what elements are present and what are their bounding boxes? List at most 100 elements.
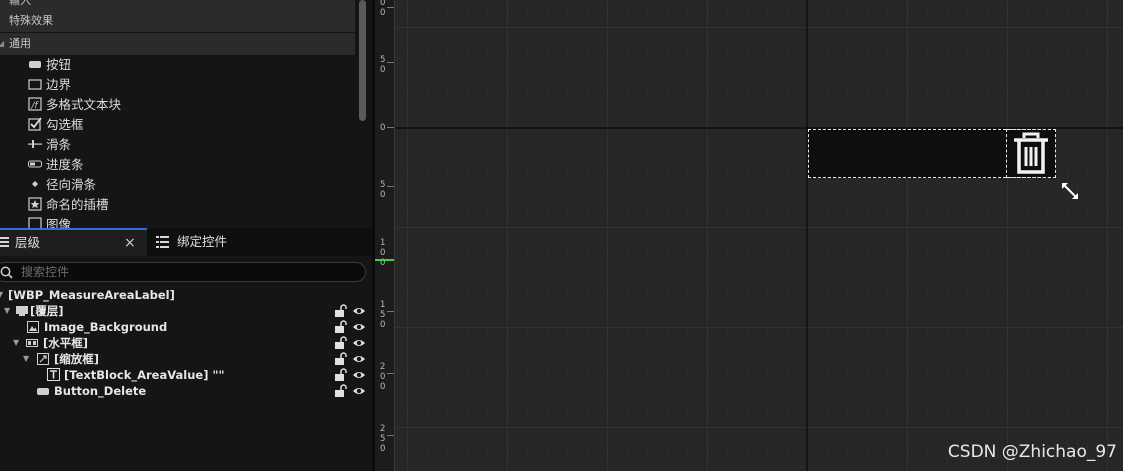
expand-arrow-icon[interactable]: ▼ <box>0 287 3 303</box>
palette-item-label: 径向滑条 <box>46 177 97 192</box>
palette-item-slider[interactable]: 滑条 <box>28 135 71 155</box>
palette-item-label: 图像 <box>46 217 72 228</box>
slider-icon <box>28 140 42 148</box>
tree-row-textblock[interactable]: [TextBlock_AreaValue] "" <box>0 367 372 383</box>
palette-category-effects[interactable]: 特殊效果 <box>0 10 355 32</box>
tree-row-label: [水平框] <box>43 336 89 350</box>
overlay-icon <box>16 306 28 316</box>
palette-item-label: 滑条 <box>46 137 72 152</box>
unlock-icon[interactable] <box>334 336 348 350</box>
tree-row-button-delete[interactable]: Button_Delete <box>0 383 372 399</box>
tree-row-horizontal-box[interactable]: ▼ [水平框] <box>0 335 372 351</box>
close-icon[interactable]: × <box>124 230 136 256</box>
resize-arrows-icon[interactable] <box>1060 181 1080 201</box>
tab-bindings-label: 绑定控件 <box>177 234 228 249</box>
button-icon <box>29 61 41 68</box>
palette-item-label: 进度条 <box>46 157 84 172</box>
ruler-label: 0 <box>380 123 386 133</box>
unlock-icon[interactable] <box>334 320 348 334</box>
category-label: 输入 <box>9 0 31 7</box>
border-icon <box>28 79 42 90</box>
expand-arrow-icon[interactable]: ▼ <box>13 335 19 351</box>
ruler-tick <box>387 373 394 374</box>
visibility-eye-icon[interactable] <box>352 368 366 382</box>
ruler-label: 50 <box>380 55 386 75</box>
ruler-position-marker <box>375 259 394 261</box>
ruler-label: 0 <box>380 8 386 18</box>
search-icon <box>0 266 13 279</box>
category-label: 特殊效果 <box>9 14 53 27</box>
tree-row-image-background[interactable]: Image_Background <box>0 319 372 335</box>
visibility-eye-icon[interactable] <box>352 384 366 398</box>
palette-scrollbar[interactable] <box>359 0 366 121</box>
palette-item-label: 勾选框 <box>46 117 84 132</box>
palette-item-label: 多格式文本块 <box>46 97 122 112</box>
palette-item-border[interactable]: 边界 <box>28 75 71 95</box>
visibility-eye-icon[interactable] <box>352 336 366 350</box>
radial-slider-icon <box>32 181 38 187</box>
left-panel: 输入 特殊效果 ◢ 通用 按钮 边界 /f 多格式文本块 勾选框 滑条 进度条 径… <box>0 0 372 471</box>
expand-arrow-icon[interactable]: ▼ <box>23 351 29 367</box>
palette-item-label: 按钮 <box>46 57 72 72</box>
palette-item-label: 边界 <box>46 77 72 92</box>
palette-item-label: 命名的插槽 <box>46 197 109 212</box>
palette-item-named-slot[interactable]: 命名的插槽 <box>28 195 109 215</box>
tree-row-label: [覆层] <box>30 304 64 318</box>
watermark: CSDN @Zhichao_97 <box>947 442 1117 462</box>
named-slot-icon <box>28 197 42 211</box>
delete-button[interactable] <box>1006 129 1056 178</box>
unlock-icon[interactable] <box>334 368 348 382</box>
tree-row-label: Button_Delete <box>54 384 147 398</box>
trash-icon <box>1014 132 1048 174</box>
hierarchy-icon <box>0 237 9 247</box>
expand-arrow-icon[interactable]: ▼ <box>4 303 10 319</box>
collapse-arrow-icon: ◢ <box>0 39 5 48</box>
tab-bindings[interactable]: 绑定控件 <box>152 228 272 256</box>
palette-item-checkbox[interactable]: 勾选框 <box>28 115 84 135</box>
tree-row-label: [缩放框] <box>54 352 100 366</box>
ruler-label: 100 <box>380 238 386 268</box>
tab-hierarchy-label: 层级 <box>15 235 41 250</box>
ruler-label: 0 <box>380 0 386 8</box>
tree-row-scale-box[interactable]: ▼ [缩放框] <box>0 351 372 367</box>
ruler-tick <box>387 435 394 436</box>
visibility-eye-icon[interactable] <box>352 352 366 366</box>
palette-category-common[interactable]: ◢ 通用 <box>0 33 355 55</box>
tab-hierarchy[interactable]: 层级 × <box>0 228 147 256</box>
tree-row-overlay[interactable]: ▼ [覆层] <box>0 303 372 319</box>
unlock-icon[interactable] <box>334 304 348 318</box>
list-icon <box>156 236 169 248</box>
ruler-tick <box>387 62 394 63</box>
ruler-tick <box>387 311 394 312</box>
unlock-icon[interactable] <box>334 384 348 398</box>
visibility-eye-icon[interactable] <box>352 320 366 334</box>
category-label: 通用 <box>9 37 31 50</box>
designer-canvas[interactable]: 0 0 50 0 50 100 150 200 250 CSDN @Zhicha… <box>375 0 1123 471</box>
tree-row-label: Image_Background <box>44 320 168 334</box>
palette-item-button[interactable]: 按钮 <box>28 55 71 75</box>
progress-bar-icon <box>28 160 42 168</box>
visibility-eye-icon[interactable] <box>352 304 366 318</box>
ruler-tick <box>387 7 394 8</box>
ruler-label: 200 <box>380 362 386 392</box>
button-icon <box>37 388 49 395</box>
ruler-tick <box>387 127 394 128</box>
tree-row-label: [TextBlock_AreaValue] "" <box>64 368 225 382</box>
ruler-tick <box>387 186 394 187</box>
scale-box-icon <box>37 353 49 365</box>
image-icon <box>27 321 39 333</box>
palette-item-radial-slider[interactable]: 径向滑条 <box>28 175 96 195</box>
checkbox-icon <box>28 117 42 131</box>
ruler-label: 150 <box>380 300 386 330</box>
search-input[interactable] <box>21 264 341 280</box>
unlock-icon[interactable] <box>334 352 348 366</box>
panel-tab-bar: 层级 × 绑定控件 <box>0 228 372 256</box>
ruler-label: 250 <box>380 424 386 454</box>
horizontal-box-icon <box>26 339 38 347</box>
rich-text-icon: /f <box>28 97 42 111</box>
tree-row-root[interactable]: ▼ [WBP_MeasureAreaLabel] <box>0 287 372 303</box>
palette-item-progress-bar[interactable]: 进度条 <box>28 155 84 175</box>
palette-item-rich-text[interactable]: /f 多格式文本块 <box>28 95 121 115</box>
design-grid <box>395 0 1123 471</box>
palette-item-image[interactable]: 图像 <box>28 215 71 228</box>
